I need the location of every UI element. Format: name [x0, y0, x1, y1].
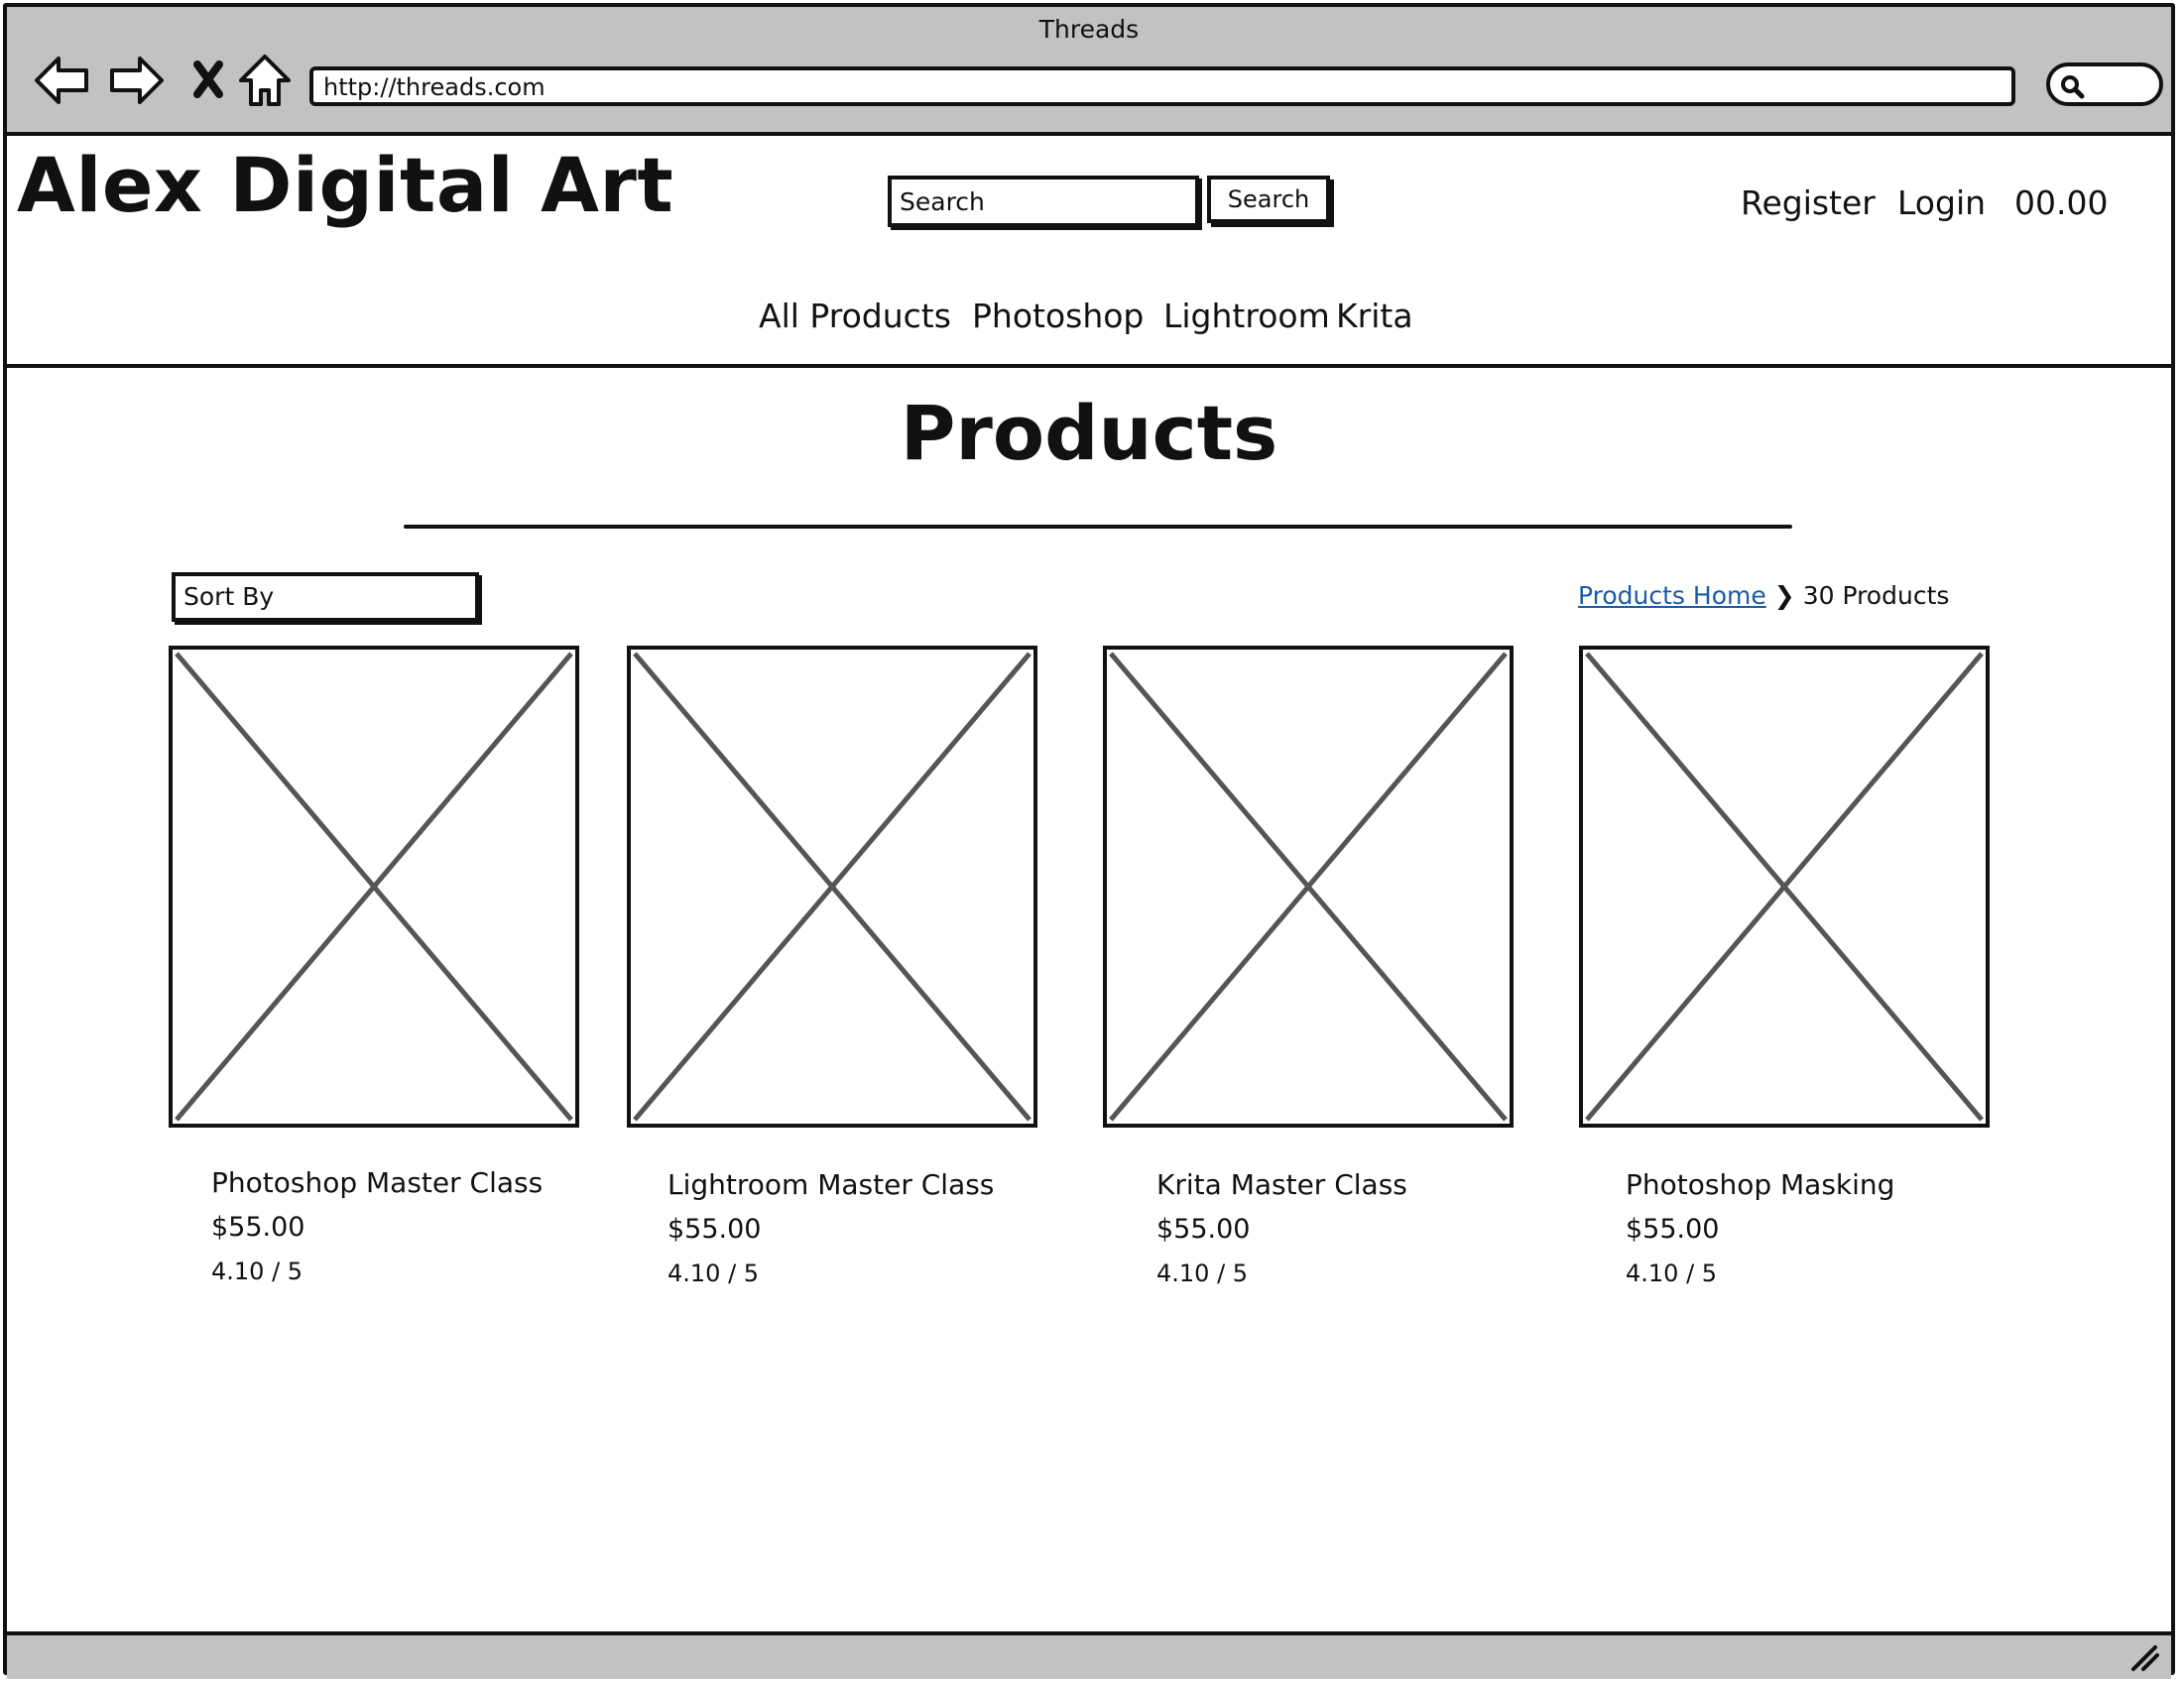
site-search-button[interactable]: Search [1207, 176, 1330, 223]
back-arrow-icon[interactable] [33, 51, 92, 110]
login-link[interactable]: Login [1897, 183, 1986, 223]
product-name[interactable]: Lightroom Master Class [667, 1168, 994, 1202]
header-divider [7, 364, 2171, 368]
sort-by-dropdown[interactable]: Sort By [172, 572, 479, 622]
product-rating: 4.10 / 5 [1626, 1260, 1718, 1287]
url-bar[interactable]: http://threads.com [309, 66, 2015, 106]
product-name[interactable]: Krita Master Class [1156, 1168, 1407, 1202]
product-image-placeholder[interactable] [169, 646, 579, 1128]
title-divider [404, 525, 1792, 529]
nav-item-photoshop[interactable]: Photoshop [972, 297, 1144, 336]
product-rating: 4.10 / 5 [667, 1260, 760, 1287]
breadcrumb: Products Home ❯ 30 Products [1578, 580, 1949, 612]
browser-toolbar: Threads http://threads.com [7, 7, 2171, 136]
page-title: Products [900, 389, 1278, 477]
nav-item-all-products[interactable]: All Products [759, 297, 951, 336]
product-price: $55.00 [667, 1214, 762, 1245]
breadcrumb-product-count: 30 Products [1802, 581, 1950, 610]
chevron-right-icon: ❯ [1773, 581, 1795, 610]
browser-status-bar [7, 1631, 2171, 1679]
breadcrumb-products-home-link[interactable]: Products Home [1578, 581, 1766, 610]
product-price: $55.00 [1626, 1214, 1720, 1245]
product-rating: 4.10 / 5 [211, 1258, 303, 1285]
home-icon[interactable] [235, 51, 295, 110]
product-image-placeholder[interactable] [1579, 646, 1990, 1128]
site-search-input[interactable] [888, 176, 1199, 227]
product-image-placeholder[interactable] [1103, 646, 1514, 1128]
site-title[interactable]: Alex Digital Art [17, 148, 673, 223]
product-name[interactable]: Photoshop Master Class [211, 1166, 543, 1200]
nav-item-lightroom[interactable]: Lightroom [1163, 297, 1330, 336]
product-image-placeholder[interactable] [627, 646, 1037, 1128]
nav-item-krita[interactable]: Krita [1336, 297, 1413, 336]
browser-window: Threads http://threads.com Alex Digital … [3, 3, 2175, 1679]
product-rating: 4.10 / 5 [1156, 1260, 1249, 1287]
cart-total[interactable]: 00.00 [2014, 183, 2108, 223]
window-title: Threads [1038, 15, 1140, 44]
product-price: $55.00 [211, 1212, 305, 1243]
search-icon [2061, 75, 2085, 99]
register-link[interactable]: Register [1741, 183, 1876, 223]
browser-search-field[interactable] [2046, 62, 2163, 106]
resize-grip-icon[interactable] [2127, 1641, 2161, 1673]
product-name[interactable]: Photoshop Masking [1626, 1168, 1894, 1202]
forward-arrow-icon[interactable] [106, 51, 166, 110]
product-price: $55.00 [1156, 1214, 1251, 1245]
